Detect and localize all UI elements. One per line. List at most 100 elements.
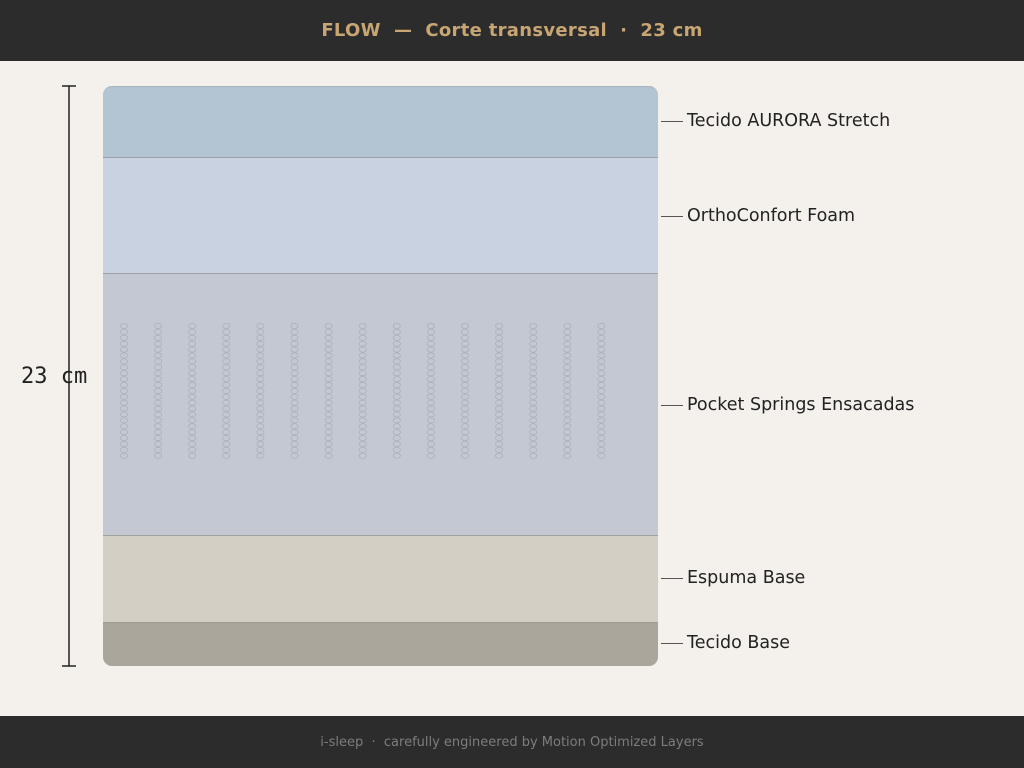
spring-coil (426, 446, 435, 453)
spring-coil (290, 323, 299, 329)
spring-coil (597, 393, 606, 400)
spring-coil (426, 376, 435, 383)
spring-coil (392, 352, 401, 359)
spring-coil (597, 417, 606, 424)
spring-coil (529, 446, 538, 453)
spring-coil (461, 393, 469, 400)
spring-coil (324, 340, 333, 347)
spring-coil (392, 382, 401, 388)
spring-coil (392, 346, 401, 353)
spring-coil (256, 376, 265, 383)
spring-coil (358, 452, 367, 459)
spring-coil (324, 405, 333, 412)
spring-coil (154, 352, 163, 359)
spring-coil (256, 323, 265, 329)
spring-coil (426, 382, 435, 388)
spring-coil (188, 323, 197, 329)
spring-coil (392, 334, 401, 341)
spring-coil (290, 423, 299, 430)
spring-coil (256, 452, 265, 459)
spring-coil (597, 358, 606, 365)
spring-coil (188, 399, 197, 406)
layer-comfort-foam (103, 158, 658, 274)
label-comfort-foam: OrthoConfort Foam (687, 206, 856, 226)
spring-coil (392, 328, 401, 335)
spring-coil (358, 441, 367, 447)
spring-coil (392, 370, 401, 377)
spring-coil (392, 364, 401, 371)
spring-coil (222, 340, 231, 347)
spring-coil (495, 328, 504, 335)
spring-coil (222, 435, 231, 442)
spring-coil (461, 340, 469, 347)
spring-coil (529, 328, 538, 335)
spring-coil (120, 323, 128, 329)
spring-coil (529, 441, 538, 447)
spring-coil (222, 452, 231, 459)
spring-coil (495, 399, 504, 406)
spring-coil (188, 376, 197, 383)
spring-coil (290, 346, 299, 353)
label-pocket-springs: Pocket Springs Ensacadas (687, 395, 915, 415)
spring-coil (563, 405, 572, 412)
spring-coil (563, 352, 572, 359)
spring-coil (222, 423, 231, 430)
spring-coil (188, 405, 197, 412)
spring-coil (563, 346, 572, 353)
spring-coil (290, 417, 299, 424)
spring-coil (256, 411, 265, 418)
spring-coil (597, 429, 606, 436)
spring-coil (461, 399, 469, 406)
spring-coil (563, 393, 572, 400)
spring-coil (597, 340, 606, 347)
spring-coil (597, 435, 606, 442)
spring-coil (120, 328, 128, 335)
spring-coil (256, 429, 265, 436)
spring-coil (324, 446, 333, 453)
mattress-cross-section (103, 86, 658, 666)
spring-coil (290, 352, 299, 359)
spring-coil (426, 399, 435, 406)
spring-coil (154, 441, 163, 447)
spring-coil (597, 334, 606, 341)
spring-coil (461, 323, 469, 329)
page-title: FLOW — Corte transversal · 23 cm (321, 20, 703, 41)
spring-coil (461, 370, 469, 377)
spring-coil (529, 429, 538, 436)
spring-coil (392, 429, 401, 436)
spring-coil (358, 405, 367, 412)
spring-coil (154, 387, 163, 394)
spring-coil (120, 429, 128, 436)
spring-coil (358, 370, 367, 377)
spring-coil (290, 405, 299, 412)
spring-coil (495, 334, 504, 341)
spring-coil (154, 411, 163, 418)
spring-coil (324, 328, 333, 335)
spring-coil (120, 423, 128, 430)
spring-coil (120, 441, 128, 447)
spring-coil (256, 441, 265, 447)
leader-line-fabric-bottom (661, 643, 683, 644)
spring-coil (597, 323, 606, 329)
spring-coil (392, 358, 401, 365)
spring-coil (290, 399, 299, 406)
spring-coil (426, 370, 435, 377)
spring-coil (597, 446, 606, 453)
spring-coil (222, 387, 231, 394)
spring-coil (120, 382, 128, 388)
spring-coil (426, 393, 435, 400)
spring-coil (426, 435, 435, 442)
spring-coil (154, 358, 163, 365)
spring-coil (426, 441, 435, 447)
spring-coil (495, 411, 504, 418)
spring-coil (290, 387, 299, 394)
spring-coil (461, 328, 469, 335)
spring-coil (120, 334, 128, 341)
spring-coil (324, 423, 333, 430)
spring-coil (324, 429, 333, 436)
spring-coil (188, 382, 197, 388)
layer-base-foam (103, 536, 658, 623)
spring-coil (154, 405, 163, 412)
spring-coil (188, 352, 197, 359)
spring-coil (358, 346, 367, 353)
